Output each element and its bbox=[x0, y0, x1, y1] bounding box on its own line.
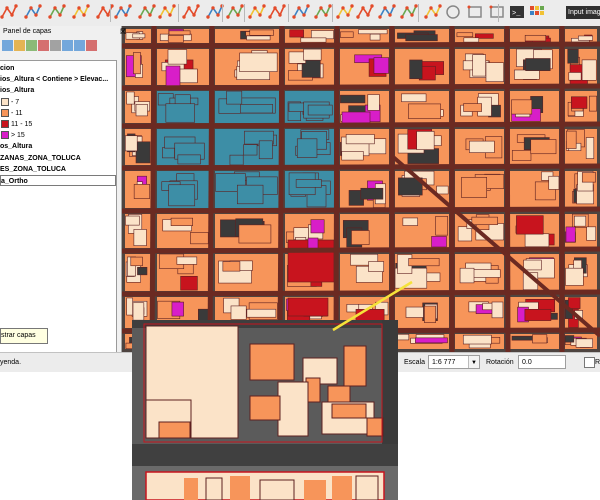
leader-line bbox=[332, 280, 413, 332]
